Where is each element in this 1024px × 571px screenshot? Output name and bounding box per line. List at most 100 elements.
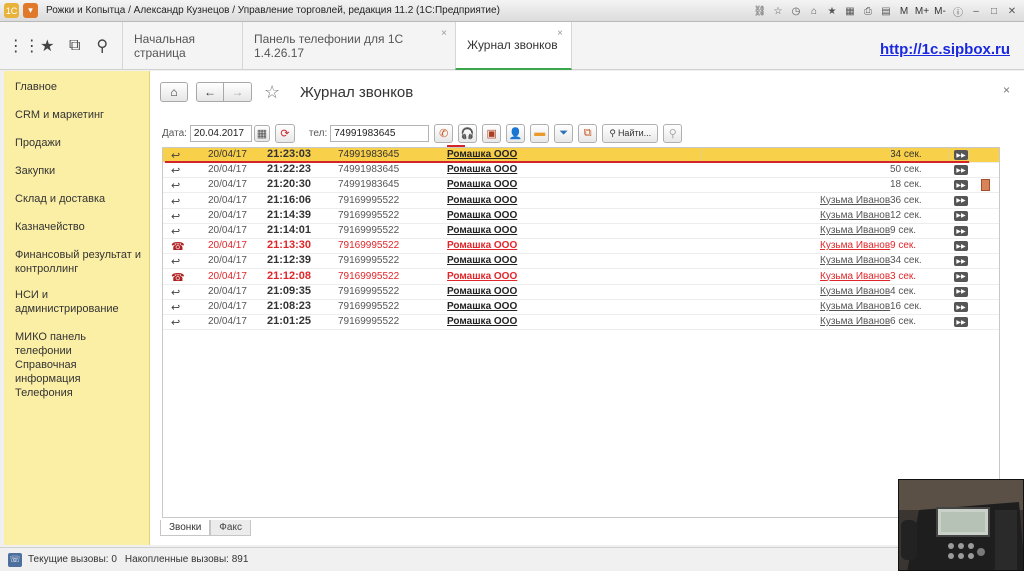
calendar-icon[interactable]: ▦ <box>253 124 270 142</box>
copy-icon[interactable]: ⧉ <box>578 123 598 143</box>
recording-icon[interactable]: ▶▶ <box>954 302 968 312</box>
call-organization-link[interactable]: Ромашка ООО <box>447 286 517 297</box>
sidebar-item-sales[interactable]: Продажи <box>15 136 145 150</box>
calculator-icon[interactable]: ▤ <box>878 3 894 19</box>
star-icon[interactable]: ★ <box>824 3 840 19</box>
call-organization-link[interactable]: Ромашка ООО <box>447 301 517 312</box>
table-row[interactable]: ↩ 20/04/17 21:12:39 79169995522 Ромашка ООО К… <box>163 254 999 270</box>
phone-status-icon[interactable]: ☏ <box>8 552 22 567</box>
back-button[interactable]: ← <box>196 82 224 102</box>
headset-icon[interactable]: 🎧 <box>458 123 478 143</box>
close-icon[interactable]: × <box>1003 83 1010 97</box>
recording-icon[interactable]: ▶▶ <box>954 150 968 160</box>
history-clock-icon[interactable]: ⧉ <box>63 37 87 55</box>
recording-icon[interactable]: ▶▶ <box>954 317 968 328</box>
sidebar-item-miko[interactable]: МИКО панель телефонии <box>15 330 145 358</box>
save-disk-icon[interactable]: ▣ <box>482 123 502 143</box>
close-window-icon[interactable]: ✕ <box>1004 3 1020 19</box>
call-agent-link[interactable]: Кузьма Иванов <box>820 255 890 266</box>
tab-home[interactable]: Начальная страница <box>122 22 242 70</box>
recording-icon[interactable]: ▶▶ <box>954 226 968 236</box>
home-icon[interactable]: ⌂ <box>806 3 822 19</box>
table-row[interactable]: ↩ 20/04/17 21:22:23 74991983645 Ромашка ООО 5… <box>163 163 999 179</box>
memory-minus-button[interactable]: M- <box>932 3 948 19</box>
sidebar-item-treasury[interactable]: Казначейство <box>15 220 145 234</box>
table-row[interactable]: ☎ 20/04/17 21:13:30 79169995522 Ромашка ООО К… <box>163 239 999 255</box>
memory-plus-button[interactable]: M+ <box>914 3 930 19</box>
contact-person-icon[interactable]: 👤 <box>506 123 526 143</box>
call-agent-link[interactable]: Кузьма Иванов <box>820 210 890 221</box>
tab-calls[interactable]: Звонки <box>160 520 211 536</box>
document-icon[interactable] <box>981 179 990 192</box>
sidebar-item-financial[interactable]: Финансовый результат и контроллинг <box>15 248 145 276</box>
favorites-star-icon[interactable]: ★ <box>35 36 59 56</box>
recording-icon[interactable]: ▶▶ <box>954 286 968 297</box>
favorite-star-icon[interactable]: ☆ <box>770 3 786 19</box>
tab-call-journal[interactable]: Журнал звонков × <box>455 22 572 70</box>
table-row[interactable]: ↩ 20/04/17 21:14:01 79169995522 Ромашка ООО К… <box>163 224 999 239</box>
clear-search-icon[interactable]: ⚲ <box>663 123 683 143</box>
table-row[interactable]: ↩ 20/04/17 21:08:23 79169995522 Ромашка ООО К… <box>163 300 999 315</box>
call-organization-link[interactable]: Ромашка ООО <box>447 210 517 221</box>
recording-icon[interactable]: ▶▶ <box>954 241 968 252</box>
sidebar-item-purchases[interactable]: Закупки <box>15 164 145 178</box>
sidebar-item-nsi[interactable]: НСИ и администрирование <box>15 288 145 316</box>
phone-field[interactable]: 74991983645 <box>330 124 430 142</box>
table-row[interactable]: ↩ 20/04/17 21:16:06 79169995522 Ромашка ООО К… <box>163 194 999 209</box>
recording-icon[interactable]: ▶▶ <box>954 180 968 191</box>
sidebar-item-telephony[interactable]: Телефония <box>15 386 145 400</box>
tab-fax[interactable]: Факс <box>210 520 251 536</box>
call-agent-link[interactable]: Кузьма Иванов <box>820 240 890 251</box>
call-organization-link[interactable]: Ромашка ООО <box>447 240 517 251</box>
call-organization-link[interactable]: Ромашка ООО <box>447 316 517 327</box>
table-row[interactable]: ↩ 20/04/17 21:09:35 79169995522 Ромашка ООО К… <box>163 285 999 300</box>
calendar-icon[interactable]: ▦ <box>842 3 858 19</box>
info-icon[interactable]: ⓘ <box>950 3 966 19</box>
call-organization-link[interactable]: Ромашка ООО <box>447 149 517 160</box>
call-organization-link[interactable]: Ромашка ООО <box>447 255 517 266</box>
minimize-icon[interactable]: – <box>968 3 984 19</box>
call-agent-link[interactable]: Кузьма Иванов <box>820 286 890 297</box>
table-row[interactable]: ↩ 20/04/17 21:20:30 74991983645 Ромашка ООО 1… <box>163 178 999 194</box>
table-row[interactable]: ☎ 20/04/17 21:12:08 79169995522 Ромашка ООО К… <box>163 270 999 285</box>
folder-icon[interactable]: ▬ <box>530 123 550 143</box>
sidebar-item-reference[interactable]: Справочная информация <box>15 358 145 386</box>
refresh-icon[interactable]: ⟳ <box>274 123 295 143</box>
recording-icon[interactable]: ▶▶ <box>954 165 968 176</box>
call-agent-link[interactable]: Кузьма Иванов <box>820 301 890 312</box>
call-phone-icon[interactable]: ✆ <box>434 123 454 143</box>
maximize-icon[interactable]: □ <box>986 3 1002 19</box>
call-organization-link[interactable]: Ромашка ООО <box>447 271 517 282</box>
call-organization-link[interactable]: Ромашка ООО <box>447 179 517 190</box>
date-field[interactable]: 20.04.2017 <box>189 124 252 142</box>
apps-grid-icon[interactable]: ⋮⋮ <box>8 36 40 56</box>
favorite-star-icon[interactable]: ☆ <box>264 82 280 103</box>
call-agent-link[interactable]: Кузьма Иванов <box>820 225 890 236</box>
close-icon[interactable]: × <box>441 28 447 39</box>
link-icon[interactable]: ⛓ <box>752 3 768 19</box>
sipbox-link[interactable]: http://1c.sipbox.ru <box>880 41 1010 58</box>
tab-telephony-panel[interactable]: Панель телефонии для 1С 1.4.26.17 × <box>242 22 455 70</box>
call-organization-link[interactable]: Ромашка ООО <box>447 225 517 236</box>
sidebar-item-crm[interactable]: CRM и маркетинг <box>15 108 145 122</box>
recording-icon[interactable]: ▶▶ <box>954 210 968 221</box>
forward-button[interactable]: → <box>224 82 252 102</box>
history-icon[interactable]: ◷ <box>788 3 804 19</box>
search-icon[interactable]: ⚲ <box>90 36 114 56</box>
filter-icon[interactable]: ⏷ <box>554 123 574 143</box>
sidebar-item-main[interactable]: Главное <box>15 80 145 94</box>
calls-table[interactable]: ↩ 20/04/17 21:23:03 74991983645 Ромашка ООО 3… <box>162 147 1000 518</box>
call-agent-link[interactable]: Кузьма Иванов <box>820 195 890 206</box>
call-organization-link[interactable]: Ромашка ООО <box>447 164 517 175</box>
sidebar-item-warehouse[interactable]: Склад и доставка <box>15 192 145 206</box>
table-row[interactable]: ↩ 20/04/17 21:14:39 79169995522 Ромашка ООО К… <box>163 209 999 224</box>
recording-icon[interactable]: ▶▶ <box>954 195 968 206</box>
memory-m-button[interactable]: M <box>896 3 912 19</box>
menu-dropdown-icon[interactable]: ▾ <box>23 3 38 18</box>
call-organization-link[interactable]: Ромашка ООО <box>447 195 517 206</box>
close-icon[interactable]: × <box>557 28 563 39</box>
call-agent-link[interactable]: Кузьма Иванов <box>820 316 890 327</box>
print-icon[interactable]: ⎙ <box>860 3 876 19</box>
table-row[interactable]: ↩ 20/04/17 21:01:25 79169995522 Ромашка ООО К… <box>163 315 999 331</box>
recording-icon[interactable]: ▶▶ <box>954 271 968 282</box>
